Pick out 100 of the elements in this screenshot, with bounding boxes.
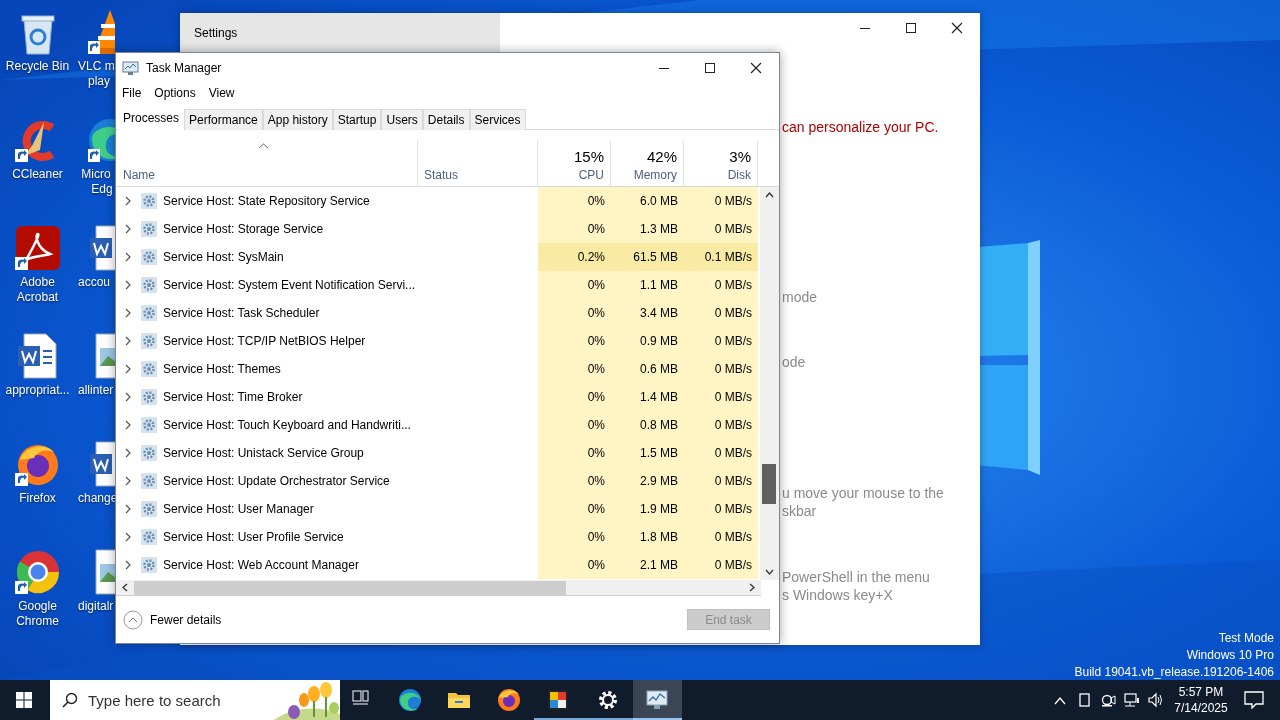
column-header[interactable]: CPU: [578, 168, 604, 182]
tablet-icon: [1076, 692, 1092, 708]
table-cell: 1.3 MB: [611, 215, 684, 243]
clock[interactable]: 5:57 PM 7/14/2025: [1168, 680, 1234, 720]
table-cell: 1.4 MB: [611, 383, 684, 411]
table-cell: 0%: [538, 467, 611, 495]
windows-icon: [16, 692, 32, 708]
icon-label[interactable]: VLC m play: [78, 59, 115, 89]
window-title: Settings: [194, 25, 238, 40]
icon-label[interactable]: Firefox: [19, 491, 56, 506]
table-cell: 0 MB/s: [684, 355, 758, 383]
network-icon: [1124, 692, 1140, 708]
column-header[interactable]: Name: [123, 168, 411, 182]
expand-chevron-icon: [124, 364, 132, 374]
scroll-up-icon: [765, 192, 774, 198]
icon-label[interactable]: Google Chrome: [0, 599, 75, 629]
table-cell: 0 MB/s: [684, 327, 758, 355]
table-cell: 1.5 MB: [611, 439, 684, 467]
table-cell: 0%: [538, 215, 611, 243]
column-header[interactable]: Disk: [727, 168, 751, 182]
table-cell: 0%: [538, 271, 611, 299]
scrollbar-thumb[interactable]: [134, 580, 566, 595]
menu-item[interactable]: View: [208, 86, 235, 100]
setting-text: skbar: [782, 502, 818, 520]
setting-text: PowerShell in the menu: [782, 568, 931, 586]
gear-icon: [141, 389, 157, 405]
icon-label[interactable]: appropriat...: [5, 383, 70, 398]
process-name: Service Host: Update Orchestrator Service: [163, 474, 390, 488]
process-name: Service Host: State Repository Service: [163, 194, 370, 208]
gear-icon: [141, 249, 157, 265]
close-icon: [951, 22, 963, 34]
tab[interactable]: Users: [381, 109, 423, 130]
fewer-details-link[interactable]: Fewer details: [123, 609, 222, 630]
expand-chevron-icon: [124, 224, 132, 234]
process-name: Service Host: Touch Keyboard and Handwriti...: [163, 418, 411, 432]
table-cell: 0.8 MB: [611, 411, 684, 439]
process-name: Service Host: Time Broker: [163, 390, 303, 404]
setting-text: u move your mouse to the: [782, 484, 945, 502]
expand-chevron-icon: [124, 392, 132, 402]
icon-label[interactable]: accou: [78, 275, 111, 290]
expand-chevron-icon: [124, 280, 132, 290]
clock-time: 5:57 PM: [1178, 684, 1224, 700]
speaker-icon: [1148, 692, 1164, 708]
table-cell: 1.8 MB: [611, 523, 684, 551]
gear-icon: [141, 557, 157, 573]
gear-icon: [141, 193, 157, 209]
column-header[interactable]: Memory: [633, 168, 677, 182]
scroll-left-icon: [122, 583, 128, 592]
table-cell: 0%: [538, 551, 611, 579]
tab[interactable]: Details: [422, 109, 470, 130]
gear-icon: [141, 501, 157, 517]
icon-label[interactable]: digitalr: [78, 599, 114, 614]
search-box[interactable]: Type here to search: [50, 680, 340, 720]
table-cell: 0 MB/s: [684, 551, 758, 579]
table-cell: 0 MB/s: [684, 439, 758, 467]
maximize-icon: [905, 22, 917, 34]
icon-label[interactable]: Recycle Bin: [5, 59, 70, 74]
icon-label[interactable]: allinter: [78, 383, 114, 398]
column-total: 42%: [646, 148, 677, 165]
expand-chevron-icon: [124, 476, 132, 486]
process-name: Service Host: System Event Notification Servi...: [163, 278, 416, 292]
table-cell: 0 MB/s: [684, 495, 758, 523]
gear-icon: [141, 417, 157, 433]
watermark-text: Test Mode: [1218, 630, 1274, 647]
gear-icon: [141, 333, 157, 349]
table-cell: 3.4 MB: [611, 299, 684, 327]
scrollbar-thumb[interactable]: [762, 464, 776, 504]
table-cell: 0.9 MB: [611, 327, 684, 355]
process-name: Service Host: Unistack Service Group: [163, 446, 364, 460]
taskbar-button[interactable]: [632, 680, 682, 720]
setting-text: mode: [782, 288, 819, 306]
menu-item[interactable]: Options: [154, 86, 196, 100]
table-cell: 0 MB/s: [684, 383, 758, 411]
browser-icon: [397, 688, 422, 712]
horizontal-scrollbar[interactable]: [116, 580, 761, 596]
tab[interactable]: Services: [469, 109, 526, 130]
icon-label[interactable]: CCleaner: [12, 167, 63, 182]
gear-icon: [141, 529, 157, 545]
column-header[interactable]: Status: [424, 168, 531, 182]
table-cell: 0%: [538, 523, 611, 551]
table-cell: 0 MB/s: [684, 523, 758, 551]
table-cell: 6.0 MB: [611, 187, 684, 215]
vertical-scrollbar[interactable]: [760, 187, 779, 580]
icon-label[interactable]: Adobe Acrobat: [0, 275, 75, 305]
tab[interactable]: App history: [262, 109, 333, 130]
table-cell: 0%: [538, 383, 611, 411]
setting-text: s Windows key+X: [782, 586, 894, 604]
gear-icon: [141, 277, 157, 293]
table-cell: 1.9 MB: [611, 495, 684, 523]
search-field[interactable]: Type here to search: [86, 690, 240, 710]
menu-item[interactable]: File: [122, 86, 142, 100]
gear-icon: [141, 221, 157, 237]
icon-label[interactable]: Micro Edg: [78, 167, 113, 197]
tab[interactable]: Startup: [332, 109, 382, 130]
table-cell: 0 MB/s: [684, 215, 758, 243]
expand-chevron-icon: [124, 504, 132, 514]
tab[interactable]: Performance: [184, 109, 263, 130]
process-name: Service Host: User Manager: [163, 502, 314, 516]
process-name: Service Host: SysMain: [163, 250, 284, 264]
close-icon: [750, 62, 762, 74]
